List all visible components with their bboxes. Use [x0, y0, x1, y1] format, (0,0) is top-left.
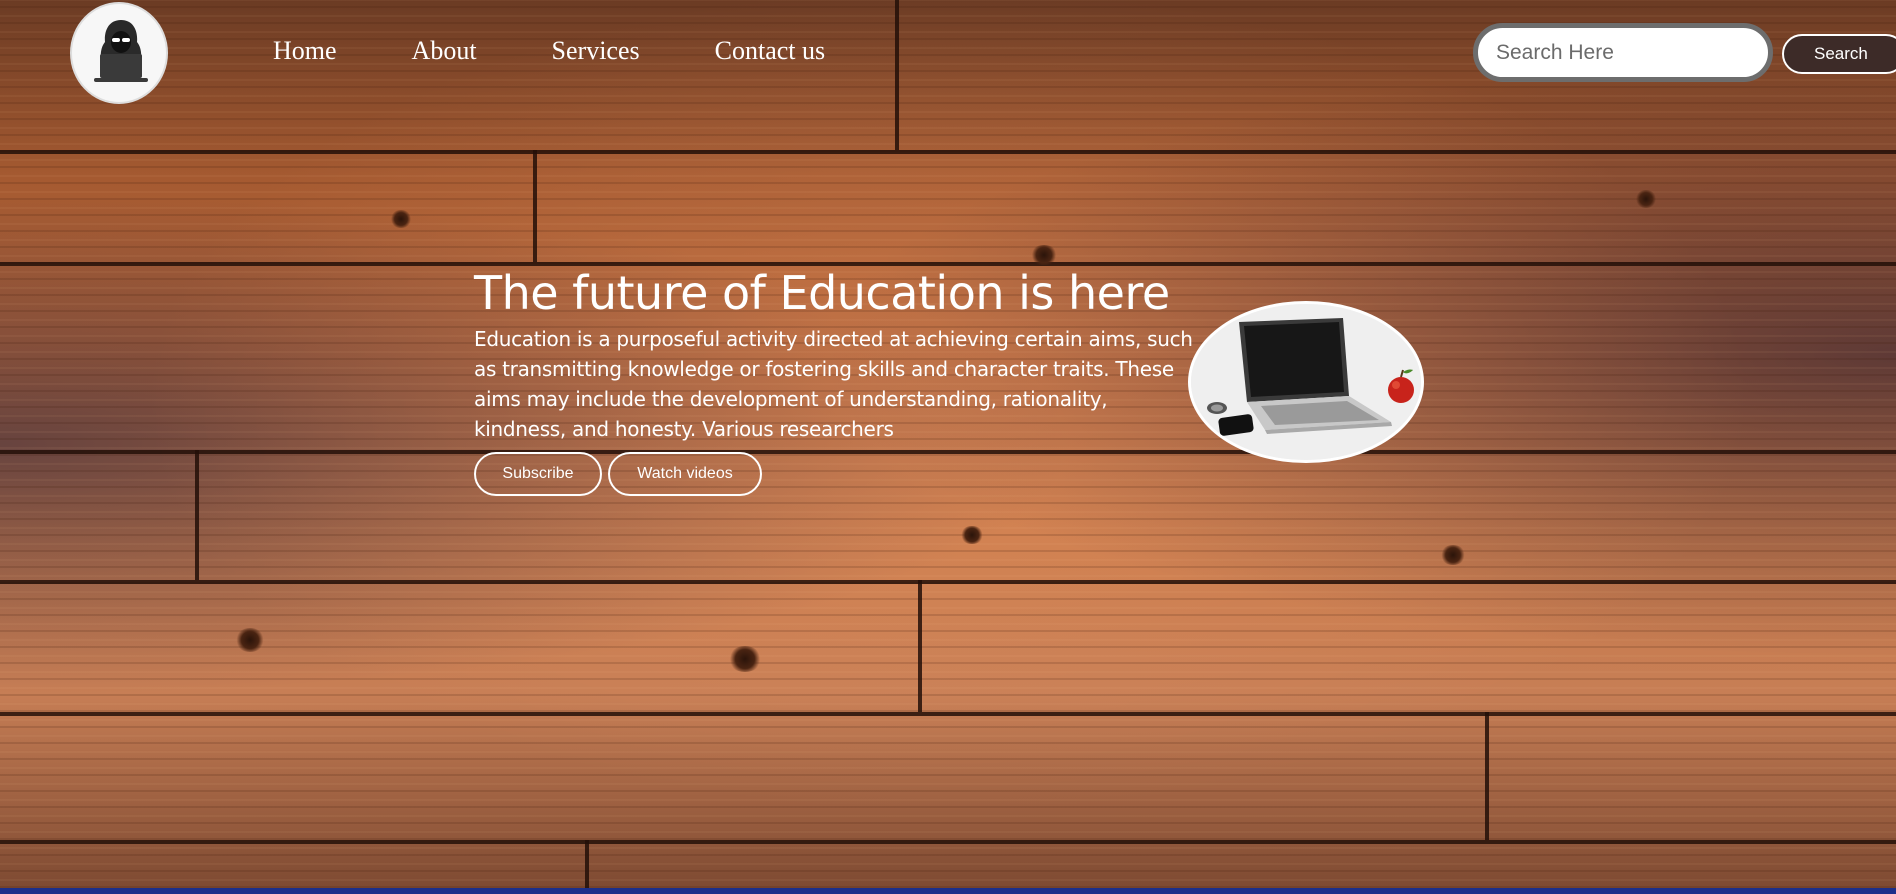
plank-seam	[918, 580, 922, 712]
search-button[interactable]: Search	[1782, 34, 1896, 74]
plank-seam	[0, 150, 1896, 154]
hero-title: The future of Education is here	[474, 266, 1170, 320]
nav-home[interactable]: Home	[273, 36, 337, 66]
plank-seam	[533, 150, 537, 262]
wood-knot	[1440, 545, 1466, 565]
nav-contact-us[interactable]: Contact us	[715, 36, 826, 66]
hero-description: Education is a purposeful activity direc…	[474, 327, 1193, 441]
site-logo[interactable]	[70, 2, 168, 104]
wood-knot	[960, 526, 984, 544]
plank-seam	[895, 0, 899, 150]
nav-services[interactable]: Services	[552, 36, 640, 66]
plank-seam	[0, 580, 1896, 584]
plank-seam	[1485, 712, 1489, 840]
hooded-hacker-laptop-icon	[94, 20, 148, 82]
plank-seam	[195, 450, 199, 580]
plank-seam	[0, 840, 1896, 844]
nav-about[interactable]: About	[412, 36, 477, 66]
wood-knot	[1635, 190, 1657, 208]
main-nav: Home About Services Contact us	[273, 36, 900, 66]
bottom-bar	[0, 888, 1896, 894]
plank-seam	[0, 712, 1896, 716]
search-input[interactable]	[1473, 23, 1773, 82]
hero-laptop-image	[1188, 301, 1424, 463]
laptop-phone-apple-image	[1191, 304, 1421, 460]
wood-knot	[235, 628, 265, 652]
hero-section: The future of Education is here Educatio…	[474, 262, 1194, 496]
hero-buttons: Subscribe Watch videos	[474, 452, 1194, 496]
wood-knot	[390, 210, 412, 228]
watch-videos-button[interactable]: Watch videos	[608, 452, 762, 496]
wood-knot	[728, 646, 762, 672]
plank-seam	[585, 840, 589, 888]
subscribe-button[interactable]: Subscribe	[474, 452, 602, 496]
